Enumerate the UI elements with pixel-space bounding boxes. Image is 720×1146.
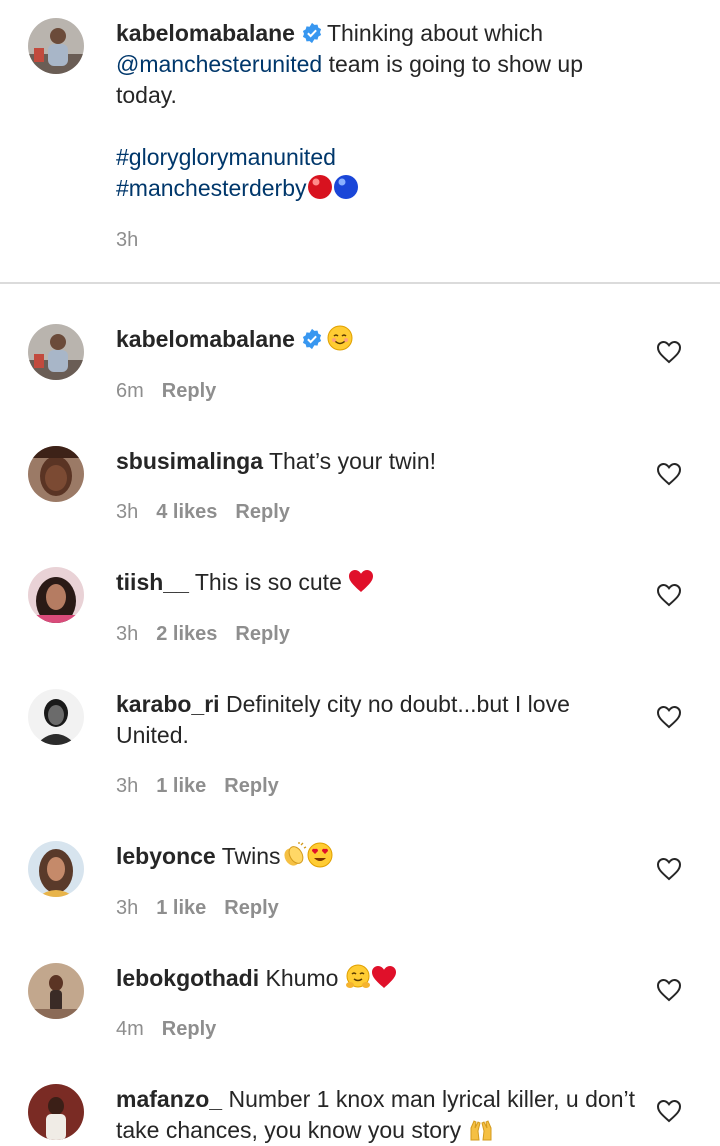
comment-username[interactable]: kabelomabalane: [116, 326, 295, 352]
mention-link[interactable]: @manchesterunited: [116, 51, 322, 77]
likes-count[interactable]: 2 likes: [156, 623, 217, 645]
timestamp: 6m: [116, 380, 144, 402]
like-heart-icon[interactable]: [656, 857, 682, 881]
comment-meta: 3h 1 like Reply: [116, 775, 297, 798]
reply-button[interactable]: Reply: [162, 380, 216, 402]
like-heart-icon[interactable]: [656, 583, 682, 607]
verified-badge-icon: [301, 22, 323, 44]
comment-meta: 3h 4 likes Reply: [116, 501, 308, 524]
timestamp: 3h: [116, 623, 139, 645]
avatar[interactable]: [28, 963, 84, 1019]
comment-username[interactable]: tiish__: [116, 569, 189, 595]
reply-button[interactable]: Reply: [162, 1018, 216, 1040]
reply-button[interactable]: Reply: [224, 897, 278, 919]
comment-text: lebokgothadi Khumo: [116, 963, 636, 994]
timestamp: 3h: [116, 775, 139, 797]
avatar[interactable]: [28, 689, 84, 745]
blue-ball-icon: [333, 174, 359, 200]
comment-text: mafanzo_ Number 1 knox man lyrical kille…: [116, 1084, 636, 1146]
like-heart-icon[interactable]: [656, 978, 682, 1002]
caption-text: kabelomabalane Thinking about which @manc…: [116, 18, 636, 204]
reply-button[interactable]: Reply: [235, 501, 289, 523]
timestamp: 3h: [116, 501, 139, 523]
caption-username[interactable]: kabelomabalane: [116, 20, 295, 46]
likes-count[interactable]: 1 like: [156, 897, 206, 919]
like-heart-icon[interactable]: [656, 1099, 682, 1123]
comment-text: sbusimalinga That’s your twin!: [116, 446, 636, 477]
reply-button[interactable]: Reply: [224, 775, 278, 797]
comment-meta: 3h 1 like Reply: [116, 897, 297, 920]
avatar[interactable]: [28, 1084, 84, 1140]
reply-button[interactable]: Reply: [235, 623, 289, 645]
red-heart-icon: [348, 568, 374, 594]
clapping-hands-icon: [281, 842, 307, 868]
raising-hands-icon: [468, 1116, 494, 1142]
avatar[interactable]: [28, 567, 84, 623]
comment-username[interactable]: mafanzo_: [116, 1086, 222, 1112]
like-heart-icon[interactable]: [656, 705, 682, 729]
red-ball-icon: [307, 174, 333, 200]
like-heart-icon[interactable]: [656, 340, 682, 364]
timestamp: 4m: [116, 1018, 144, 1040]
verified-badge-icon: [301, 328, 323, 350]
comment-body: Khumo: [265, 965, 339, 991]
comment-body: This is so cute: [194, 569, 342, 595]
like-heart-icon[interactable]: [656, 462, 682, 486]
divider: [0, 282, 720, 284]
comment-text: kabelomabalane: [116, 324, 636, 355]
avatar[interactable]: [28, 324, 84, 380]
caption-text-prefix: Thinking about which: [326, 20, 544, 46]
comment-text: tiish__ This is so cute: [116, 567, 636, 598]
hashtag-link[interactable]: #glorygloryman​united: [116, 144, 336, 170]
comment-meta: 6m Reply: [116, 380, 234, 403]
avatar[interactable]: [28, 18, 84, 74]
comment-text: lebyonce Twins: [116, 841, 636, 872]
comment-text: karabo_ri Definitely city no doubt...but…: [116, 689, 636, 751]
comment-username[interactable]: karabo_ri: [116, 691, 220, 717]
likes-count[interactable]: 1 like: [156, 775, 206, 797]
red-heart-icon: [371, 964, 397, 990]
avatar[interactable]: [28, 446, 84, 502]
heart-eyes-icon: [307, 842, 333, 868]
timestamp: 3h: [116, 229, 139, 251]
comment-body: That’s your twin!: [268, 448, 436, 474]
post-caption: kabelomabalane Thinking about which @manc…: [0, 0, 720, 282]
comment-body: Twins: [221, 843, 281, 869]
smiling-face-icon: [327, 325, 353, 351]
comment-meta: 4m Reply: [116, 1018, 234, 1041]
timestamp: 3h: [116, 897, 139, 919]
likes-count[interactable]: 4 likes: [156, 501, 217, 523]
comment-username[interactable]: lebyonce: [116, 843, 216, 869]
comment-meta: 3h 2 likes Reply: [116, 623, 308, 646]
comment-username[interactable]: lebokgothadi: [116, 965, 259, 991]
avatar[interactable]: [28, 841, 84, 897]
hashtag-link[interactable]: #manchesterderby: [116, 175, 307, 201]
comment-username[interactable]: sbusimalinga: [116, 448, 263, 474]
caption-meta: 3h: [116, 229, 156, 252]
hugging-face-icon: [345, 964, 371, 990]
